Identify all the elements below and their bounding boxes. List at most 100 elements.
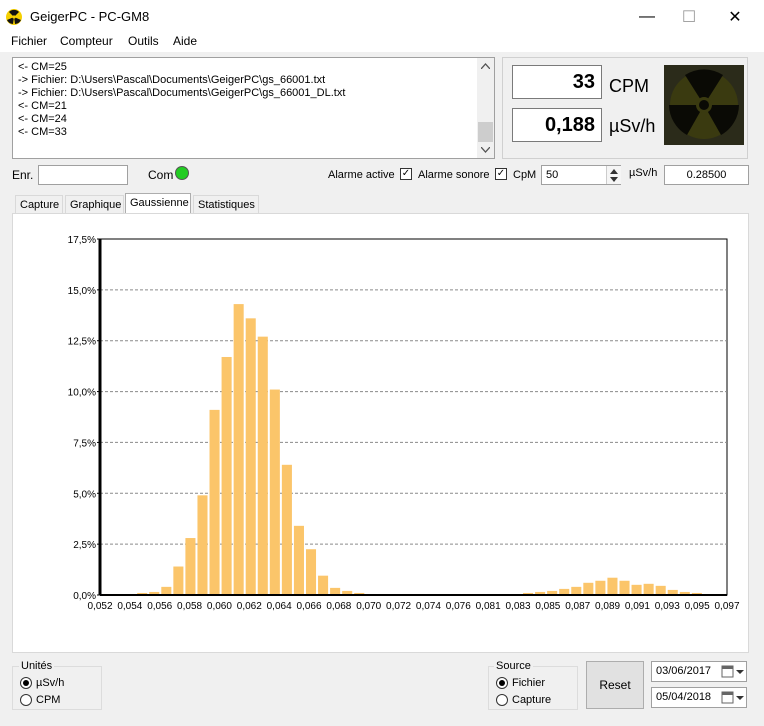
close-button[interactable]: ✕: [712, 4, 758, 30]
menu-compteur[interactable]: Compteur: [60, 34, 113, 48]
end-date-value: 05/04/2018: [656, 691, 712, 703]
histogram-bar: [293, 525, 304, 595]
histogram-bar: [619, 580, 630, 595]
histogram-bar: [209, 409, 220, 595]
y-tick-label: 7,5%: [73, 438, 96, 449]
source-title: Source: [494, 660, 533, 672]
histogram-bar: [185, 538, 196, 595]
x-tick-label: 0,064: [267, 601, 292, 612]
reset-button[interactable]: Reset: [586, 661, 644, 709]
histogram-bar: [233, 304, 244, 595]
x-tick-label: 0,095: [685, 601, 710, 612]
histogram-bar: [607, 577, 618, 595]
cpm-unit-label: CPM: [609, 76, 649, 96]
tab-capture[interactable]: Capture: [15, 195, 63, 213]
tab-gaussienne[interactable]: Gaussienne: [125, 193, 191, 214]
x-tick-label: 0,089: [595, 601, 620, 612]
unit-usv-label: µSv/h: [36, 677, 65, 689]
spin-up-icon[interactable]: [610, 169, 618, 174]
radiation-app-icon: [6, 9, 22, 25]
menu-fichier[interactable]: Fichier: [11, 34, 47, 48]
log-line: <- CM=24: [18, 113, 67, 125]
unit-cpm-radio[interactable]: [20, 694, 32, 706]
window-title: GeigerPC - PC-GM8: [30, 9, 150, 24]
calendar-dropdown-icon[interactable]: [721, 690, 745, 705]
histogram-bar: [583, 582, 594, 595]
histogram-bar: [643, 583, 654, 595]
dose-unit-label: µSv/h: [609, 116, 656, 136]
histogram-bar: [221, 356, 232, 595]
x-tick-label: 0,070: [356, 601, 381, 612]
com-status-indicator: [175, 166, 189, 180]
units-title: Unités: [19, 660, 55, 672]
histogram-bar: [318, 575, 329, 595]
log-textbox[interactable]: <- CM=25 -> Fichier: D:\Users\Pascal\Doc…: [12, 57, 495, 159]
com-label: Com: [148, 168, 174, 182]
y-tick-label: 10,0%: [68, 388, 96, 399]
x-tick-label: 0,093: [655, 601, 680, 612]
x-tick-label: 0,056: [147, 601, 172, 612]
enr-input[interactable]: [38, 165, 128, 185]
scroll-up-icon[interactable]: [481, 63, 490, 69]
spin-down-icon[interactable]: [610, 177, 618, 182]
x-tick-label: 0,052: [87, 601, 112, 612]
histogram-bar: [330, 587, 341, 595]
x-tick-label: 0,072: [386, 601, 411, 612]
x-tick-label: 0,087: [565, 601, 590, 612]
menu-aide[interactable]: Aide: [173, 34, 197, 48]
histogram-bar: [269, 389, 280, 595]
unit-cpm-label: CPM: [36, 694, 61, 706]
x-tick-label: 0,058: [177, 601, 202, 612]
y-tick-label: 5,0%: [73, 489, 96, 500]
tab-graphique[interactable]: Graphique: [65, 195, 124, 213]
histogram-bar: [631, 584, 642, 595]
x-tick-label: 0,060: [207, 601, 232, 612]
menu-outils[interactable]: Outils: [128, 34, 159, 48]
log-line: -> Fichier: D:\Users\Pascal\Documents\Ge…: [18, 74, 326, 86]
start-date-value: 03/06/2017: [656, 665, 712, 677]
tab-statistiques[interactable]: Statistiques: [193, 195, 259, 213]
y-tick-label: 17,5%: [68, 235, 96, 246]
histogram-bar: [571, 586, 582, 595]
x-tick-label: 0,066: [296, 601, 321, 612]
histogram-bar: [173, 566, 184, 595]
x-tick-label: 0,081: [476, 601, 501, 612]
x-tick-label: 0,074: [416, 601, 441, 612]
x-tick-label: 0,076: [446, 601, 471, 612]
log-line: <- CM=33: [18, 126, 67, 138]
histogram-bar: [161, 586, 172, 595]
source-capture-radio[interactable]: [496, 694, 508, 706]
log-line: <- CM=21: [18, 100, 67, 112]
source-fichier-radio[interactable]: [496, 677, 508, 689]
alarme-active-checkbox[interactable]: ✓: [400, 168, 412, 180]
maximize-button[interactable]: ☐: [666, 4, 712, 30]
cpm-readout: 33: [512, 65, 602, 99]
histogram-bar: [257, 336, 268, 595]
scroll-down-icon[interactable]: [481, 147, 490, 153]
x-tick-label: 0,085: [535, 601, 560, 612]
x-tick-label: 0,068: [326, 601, 351, 612]
histogram-bar: [595, 580, 606, 595]
cpm-alarm-checkbox[interactable]: ✓: [495, 168, 507, 180]
source-fichier-label: Fichier: [512, 677, 546, 689]
calendar-dropdown-icon[interactable]: [721, 664, 745, 679]
cpm-threshold-label: CpM: [513, 169, 537, 181]
source-capture-label: Capture: [512, 694, 552, 706]
cpm-spinner[interactable]: [606, 166, 621, 184]
histogram-chart: 0,0%2,5%5,0%7,5%10,0%12,5%15,0%17,5%0,05…: [68, 235, 740, 612]
log-scrollbar[interactable]: [477, 58, 494, 158]
x-tick-label: 0,054: [117, 601, 142, 612]
minimize-button[interactable]: —: [624, 4, 670, 30]
histogram-bar: [197, 495, 208, 595]
log-line: -> Fichier: D:\Users\Pascal\Documents\Ge…: [18, 87, 346, 99]
usv-threshold-input[interactable]: 0.28500: [664, 165, 749, 185]
histogram-bar: [305, 549, 317, 595]
x-tick-label: 0,097: [714, 601, 739, 612]
y-tick-label: 12,5%: [68, 337, 96, 348]
scroll-thumb[interactable]: [478, 122, 493, 142]
unit-usv-radio[interactable]: [20, 677, 32, 689]
x-tick-label: 0,062: [237, 601, 262, 612]
x-tick-label: 0,083: [505, 601, 530, 612]
dose-readout: 0,188: [512, 108, 602, 142]
histogram-bar: [655, 585, 666, 595]
